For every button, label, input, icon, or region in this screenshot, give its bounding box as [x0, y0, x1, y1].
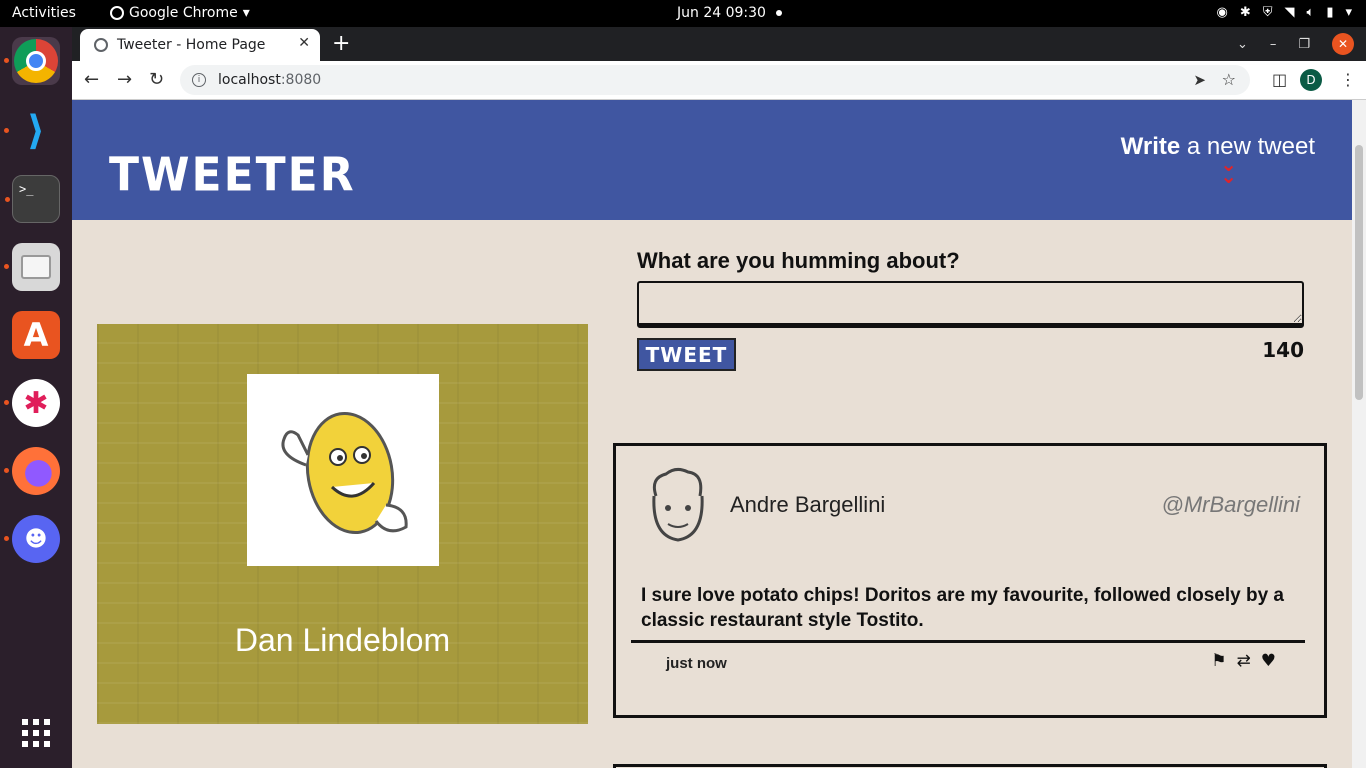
running-indicator: [4, 400, 9, 405]
tweet-textarea[interactable]: [637, 281, 1304, 328]
wifi-icon: ◥: [1284, 5, 1295, 20]
system-tray[interactable]: ◉ ✱ ⛨ ◥ 🔈︎ ▮ ▾: [1216, 5, 1352, 21]
running-indicator: [5, 197, 10, 202]
app-menu[interactable]: Google Chrome ▾: [110, 5, 250, 21]
terminal-icon: >_: [19, 182, 34, 196]
write-new-rest: a new tweet: [1180, 133, 1315, 160]
browser-toolbar: ← → ↻ i localhost:8080 ➤ ☆ ◫ D ⋮: [72, 61, 1366, 100]
minimize-button[interactable]: –: [1270, 37, 1277, 52]
send-icon[interactable]: ➤: [1193, 71, 1206, 89]
profile-name: Dan Lindeblom: [234, 622, 451, 658]
dock: ⟩ >_ A ✱ ☻: [0, 27, 72, 768]
app-store-icon: A: [23, 316, 49, 354]
tab-search-icon[interactable]: ⌄: [1237, 37, 1248, 52]
url-port: :8080: [280, 72, 322, 88]
web-page: Tweeter Write a new tweet ⌄ ⌄ Dan Lindebl…: [72, 100, 1352, 768]
tweet-timestamp: just now: [666, 655, 727, 672]
running-indicator: [4, 536, 9, 541]
running-indicator: [4, 58, 9, 63]
new-tab-button[interactable]: +: [332, 31, 350, 56]
close-tab-icon[interactable]: ✕: [298, 35, 310, 51]
scrollbar-thumb[interactable]: [1355, 145, 1363, 400]
tweet-actions: ⚑ ⇄ ♥: [1211, 651, 1276, 671]
discord-icon: ☻: [24, 526, 48, 552]
forward-button[interactable]: →: [117, 69, 132, 90]
info-icon[interactable]: i: [192, 73, 206, 87]
dock-chrome[interactable]: [4, 37, 60, 85]
bookmark-star-icon[interactable]: ☆: [1222, 70, 1236, 89]
folder-icon: [21, 255, 51, 279]
tweet-button[interactable]: Tweet: [637, 338, 736, 371]
write-new-tweet-link[interactable]: Write a new tweet: [1121, 133, 1315, 161]
maximize-button[interactable]: ❐: [1298, 37, 1310, 52]
page-scrollbar[interactable]: [1352, 100, 1366, 768]
retweet-icon[interactable]: ⇄: [1237, 651, 1251, 671]
user-avatar-icon: [652, 467, 704, 542]
clock[interactable]: Jun 24 09:30: [677, 5, 766, 21]
tweet-text: I sure love potato chips! Doritos are my…: [641, 585, 1284, 631]
tweet-author-handle: @MrBargellini: [1161, 492, 1300, 517]
tweet-card-next: [613, 764, 1327, 768]
slack-tray-icon: ✱: [1239, 5, 1251, 20]
battery-icon: ▮: [1326, 5, 1334, 20]
tweet-header: Andre Bargellini @MrBargellini: [646, 466, 1300, 546]
close-window-button[interactable]: ✕: [1332, 33, 1354, 55]
menu-kebab-icon[interactable]: ⋮: [1340, 70, 1356, 89]
grid-icon: [22, 719, 50, 747]
vscode-icon: ⟩: [26, 108, 46, 154]
slack-icon: ✱: [23, 385, 49, 421]
running-indicator: [4, 264, 9, 269]
tab-strip: Tweeter - Home Page ✕ + ⌄ – ❐ ✕: [72, 27, 1366, 61]
shield-tray-icon: ⛨: [1262, 5, 1273, 20]
power-menu-icon: ▾: [1345, 5, 1352, 20]
profile-card: Dan Lindeblom: [97, 324, 588, 724]
window-controls: ⌄ – ❐ ✕: [1237, 33, 1354, 55]
running-indicator: [4, 128, 9, 133]
dock-discord[interactable]: ☻: [4, 515, 60, 563]
app-menu-label: Google Chrome: [129, 5, 238, 21]
browser-chrome: Tweeter - Home Page ✕ + ⌄ – ❐ ✕ ← → ↻ i …: [72, 27, 1366, 100]
site-logo[interactable]: Tweeter: [109, 149, 356, 203]
dock-files[interactable]: [4, 243, 60, 291]
profile-avatar-image: [247, 374, 439, 566]
heart-icon[interactable]: ♥: [1261, 651, 1276, 671]
site-nav: Tweeter Write a new tweet ⌄ ⌄: [72, 100, 1352, 220]
double-chevron-down-icon[interactable]: ⌄ ⌄: [1220, 154, 1237, 186]
dock-firefox[interactable]: [4, 447, 60, 495]
back-button[interactable]: ←: [84, 69, 99, 90]
char-counter: 140: [1262, 338, 1304, 362]
new-tweet-form: What are you humming about? Tweet 140: [637, 248, 1304, 371]
flag-icon[interactable]: ⚑: [1211, 651, 1226, 671]
globe-icon: [94, 38, 108, 52]
dock-vscode[interactable]: ⟩: [4, 107, 60, 155]
discord-tray-icon: ◉: [1216, 5, 1228, 20]
dock-terminal[interactable]: >_: [5, 175, 60, 223]
side-panel-icon[interactable]: ◫: [1272, 70, 1287, 89]
write-new-bold: Write: [1120, 133, 1181, 160]
tab-home[interactable]: Tweeter - Home Page ✕: [80, 29, 320, 61]
reload-button[interactable]: ↻: [149, 69, 164, 90]
tweet-card: Andre Bargellini @MrBargellini I sure lo…: [613, 443, 1327, 718]
tweet-author-name: Andre Bargellini: [730, 492, 886, 517]
volume-icon: 🔈︎: [1306, 5, 1315, 20]
os-top-bar: Activities Google Chrome ▾ Jun 24 09:30 …: [0, 0, 1366, 27]
show-apps-button[interactable]: [12, 709, 60, 757]
url-host: localhost: [218, 72, 281, 88]
profile-avatar[interactable]: D: [1300, 69, 1322, 91]
potato-chip-mascot-icon: [281, 411, 408, 535]
chevron-down-icon: ▾: [242, 5, 250, 21]
dock-slack[interactable]: ✱: [4, 379, 60, 427]
tweet-divider: [631, 640, 1305, 643]
address-bar[interactable]: i localhost:8080 ➤ ☆: [180, 65, 1250, 95]
chrome-app-icon: [110, 6, 124, 20]
running-indicator: [4, 468, 9, 473]
activities-button[interactable]: Activities: [12, 5, 76, 21]
compose-label: What are you humming about?: [637, 248, 960, 273]
chrome-icon: [14, 39, 58, 83]
dock-software[interactable]: A: [12, 311, 60, 359]
tab-title: Tweeter - Home Page: [117, 37, 266, 53]
notification-dot: [776, 10, 782, 16]
